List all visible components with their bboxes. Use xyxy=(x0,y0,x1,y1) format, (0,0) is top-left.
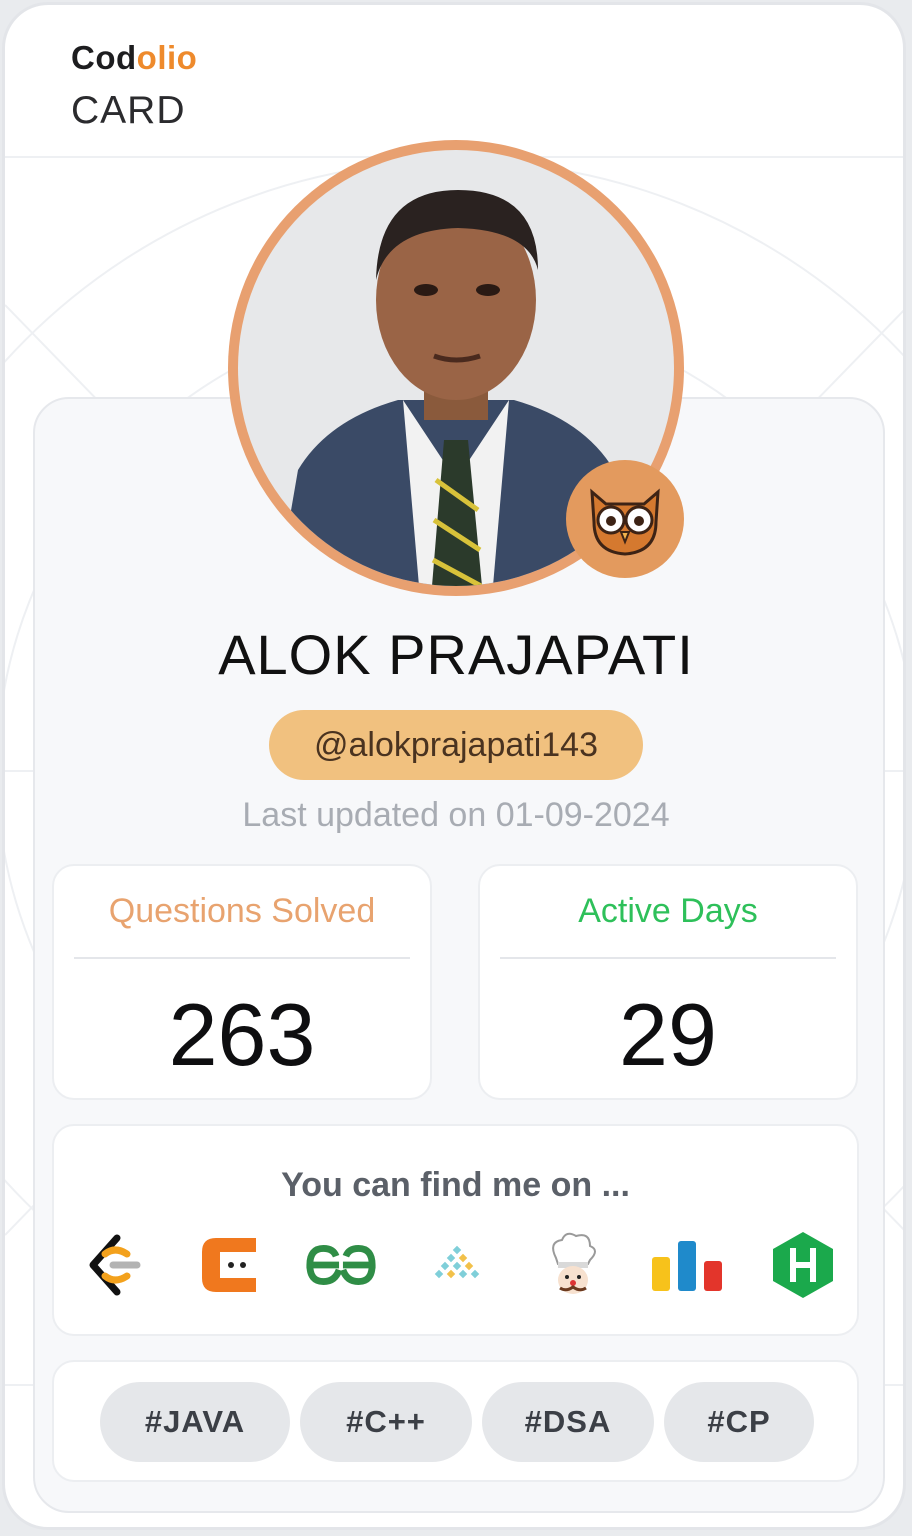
interviewbit-icon[interactable] xyxy=(420,1228,494,1302)
card-subtitle: CARD xyxy=(71,89,186,132)
brand-logo: Codolio xyxy=(71,39,198,76)
last-updated-text: Last updated on 01-09-2024 xyxy=(242,796,670,834)
geeksforgeeks-icon[interactable] xyxy=(304,1228,378,1302)
active-days-value: 29 xyxy=(619,985,717,1084)
hackerrank-icon[interactable] xyxy=(766,1228,840,1302)
platforms-card: You can find me on ... xyxy=(52,1124,859,1336)
username-badge[interactable]: @alokprajapati143 xyxy=(269,710,643,780)
codeforces-icon[interactable] xyxy=(650,1228,724,1302)
tag-java[interactable]: #JAVA xyxy=(100,1382,290,1462)
tag-cpp[interactable]: #C++ xyxy=(300,1382,472,1462)
questions-solved-value: 263 xyxy=(168,985,316,1084)
divider xyxy=(500,957,836,959)
divider xyxy=(74,957,410,959)
questions-solved-card: Questions Solved 263 xyxy=(52,864,432,1100)
active-days-label: Active Days xyxy=(578,892,758,930)
tag-cp[interactable]: #CP xyxy=(664,1382,814,1462)
active-days-card: Active Days 29 xyxy=(478,864,858,1100)
owl-icon xyxy=(566,460,684,578)
tags-card: #JAVA #C++ #DSA #CP xyxy=(52,1360,859,1482)
tag-dsa[interactable]: #DSA xyxy=(482,1382,654,1462)
questions-solved-label: Questions Solved xyxy=(108,892,376,930)
profile-name: ALOK PRAJAPATI xyxy=(218,623,694,686)
codechef-icon[interactable] xyxy=(536,1228,610,1302)
codestudio-icon[interactable] xyxy=(192,1228,266,1302)
find-me-title: You can find me on ... xyxy=(281,1166,630,1204)
leetcode-icon[interactable] xyxy=(76,1228,150,1302)
